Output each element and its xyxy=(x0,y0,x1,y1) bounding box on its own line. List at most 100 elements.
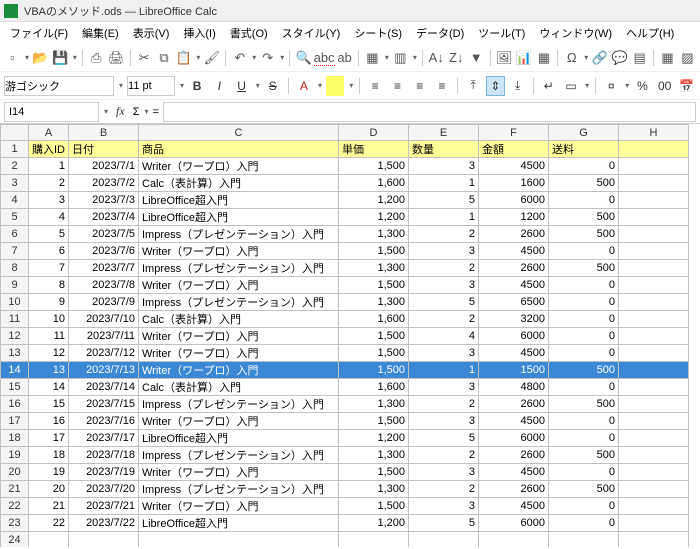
cell[interactable]: 1,300 xyxy=(339,260,409,277)
cell[interactable]: 0 xyxy=(549,294,619,311)
cell[interactable]: 500 xyxy=(549,209,619,226)
cell[interactable]: 0 xyxy=(549,243,619,260)
cell[interactable]: 3200 xyxy=(479,311,549,328)
cell[interactable]: 4500 xyxy=(479,498,549,515)
menu-data[interactable]: データ(D) xyxy=(410,23,470,43)
cell[interactable]: 2023/7/12 xyxy=(69,345,139,362)
date-button[interactable]: 📅 xyxy=(678,76,696,96)
cell[interactable] xyxy=(619,158,689,175)
cell[interactable]: 2023/7/15 xyxy=(69,396,139,413)
cell[interactable]: 2 xyxy=(409,311,479,328)
cell[interactable]: 2023/7/2 xyxy=(69,175,139,192)
cell[interactable]: 2 xyxy=(409,447,479,464)
cell[interactable]: 1,500 xyxy=(339,362,409,379)
cell[interactable]: 500 xyxy=(549,481,619,498)
cell[interactable]: 2 xyxy=(409,396,479,413)
header-cell[interactable]: 商品 xyxy=(139,141,339,158)
cell[interactable]: 0 xyxy=(549,413,619,430)
paste-icon[interactable]: 📋 xyxy=(175,49,192,67)
cell[interactable]: 1 xyxy=(29,158,69,175)
cell[interactable]: 4500 xyxy=(479,277,549,294)
row-header[interactable]: 16 xyxy=(1,396,29,413)
row-header[interactable]: 3 xyxy=(1,175,29,192)
cell[interactable] xyxy=(619,447,689,464)
cell[interactable]: Impress（プレゼンテーション）入門 xyxy=(139,226,339,243)
cell[interactable]: 0 xyxy=(549,277,619,294)
cell[interactable]: LibreOffice超入門 xyxy=(139,192,339,209)
cell[interactable]: 4 xyxy=(409,328,479,345)
cell[interactable]: Writer（ワープロ）入門 xyxy=(139,413,339,430)
cell[interactable]: 1600 xyxy=(479,175,549,192)
cell[interactable]: 4800 xyxy=(479,379,549,396)
bold-button[interactable]: B xyxy=(188,76,206,96)
highlight-color-button[interactable] xyxy=(326,76,344,96)
spreadsheet-grid[interactable]: ABCDEFGH 1購入ID日付商品単価数量金額送料212023/7/1Writ… xyxy=(0,124,700,547)
cell[interactable]: 0 xyxy=(549,379,619,396)
row-header[interactable]: 17 xyxy=(1,413,29,430)
equals-icon[interactable]: = xyxy=(153,106,159,118)
cell[interactable]: 4500 xyxy=(479,345,549,362)
menu-format[interactable]: 書式(O) xyxy=(224,23,274,43)
row-header[interactable]: 14 xyxy=(1,362,29,379)
header-cell[interactable]: 単価 xyxy=(339,141,409,158)
cell[interactable]: Writer（ワープロ）入門 xyxy=(139,362,339,379)
row-header[interactable]: 11 xyxy=(1,311,29,328)
cell[interactable]: Writer（ワープロ）入門 xyxy=(139,277,339,294)
cell[interactable] xyxy=(619,379,689,396)
align-left-button[interactable]: ≡ xyxy=(366,76,384,96)
cell[interactable]: Writer（ワープロ）入門 xyxy=(139,345,339,362)
cell[interactable]: 1,200 xyxy=(339,430,409,447)
new-icon[interactable]: ▫ xyxy=(4,49,21,67)
align-top-button[interactable]: ⤒ xyxy=(464,76,482,96)
cell[interactable]: 4500 xyxy=(479,413,549,430)
split-icon[interactable]: ▨ xyxy=(679,49,696,67)
cell[interactable]: 1,500 xyxy=(339,243,409,260)
cell[interactable]: 6000 xyxy=(479,515,549,532)
cell[interactable]: 2 xyxy=(409,226,479,243)
cell[interactable]: 20 xyxy=(29,481,69,498)
open-icon[interactable]: 📂 xyxy=(32,49,49,67)
menu-edit[interactable]: 編集(E) xyxy=(76,23,125,43)
header-cell[interactable]: 金額 xyxy=(479,141,549,158)
cell[interactable]: 3 xyxy=(409,379,479,396)
cell[interactable] xyxy=(619,481,689,498)
cell[interactable]: 4500 xyxy=(479,464,549,481)
align-bottom-button[interactable]: ⤓ xyxy=(509,76,527,96)
cell[interactable]: 2023/7/5 xyxy=(69,226,139,243)
cell[interactable]: 0 xyxy=(549,328,619,345)
cell[interactable]: 500 xyxy=(549,362,619,379)
row-header[interactable]: 12 xyxy=(1,328,29,345)
cut-icon[interactable]: ✂ xyxy=(136,49,153,67)
row-icon[interactable]: ▦ xyxy=(364,49,381,67)
select-all-corner[interactable] xyxy=(1,125,29,141)
row-header[interactable]: 18 xyxy=(1,430,29,447)
cell[interactable]: 4500 xyxy=(479,243,549,260)
cell[interactable]: 1,200 xyxy=(339,192,409,209)
cell[interactable]: 14 xyxy=(29,379,69,396)
cell[interactable]: 2600 xyxy=(479,481,549,498)
cell[interactable]: Impress（プレゼンテーション）入門 xyxy=(139,294,339,311)
cell[interactable]: 0 xyxy=(549,311,619,328)
menu-sheet[interactable]: シート(S) xyxy=(348,23,408,43)
cell[interactable] xyxy=(619,515,689,532)
row-header[interactable]: 19 xyxy=(1,447,29,464)
cell[interactable]: 22 xyxy=(29,515,69,532)
cell[interactable]: Writer（ワープロ）入門 xyxy=(139,328,339,345)
cell[interactable]: 0 xyxy=(549,192,619,209)
column-icon[interactable]: ▥ xyxy=(392,49,409,67)
cell[interactable]: 1,500 xyxy=(339,158,409,175)
undo-icon[interactable]: ↶ xyxy=(231,49,248,67)
cell[interactable]: 6500 xyxy=(479,294,549,311)
cell[interactable]: 2023/7/13 xyxy=(69,362,139,379)
cell[interactable]: 500 xyxy=(549,447,619,464)
cell[interactable]: 3 xyxy=(409,464,479,481)
header-cell[interactable]: 購入ID xyxy=(29,141,69,158)
cell[interactable]: 0 xyxy=(549,464,619,481)
comment-icon[interactable]: 💬 xyxy=(611,49,628,67)
cell[interactable]: 1,500 xyxy=(339,345,409,362)
copy-icon[interactable]: ⧉ xyxy=(156,49,173,67)
formula-input[interactable] xyxy=(163,102,696,122)
cell[interactable]: 1,200 xyxy=(339,209,409,226)
menu-tool[interactable]: ツール(T) xyxy=(472,23,531,43)
cell[interactable]: 1,300 xyxy=(339,396,409,413)
